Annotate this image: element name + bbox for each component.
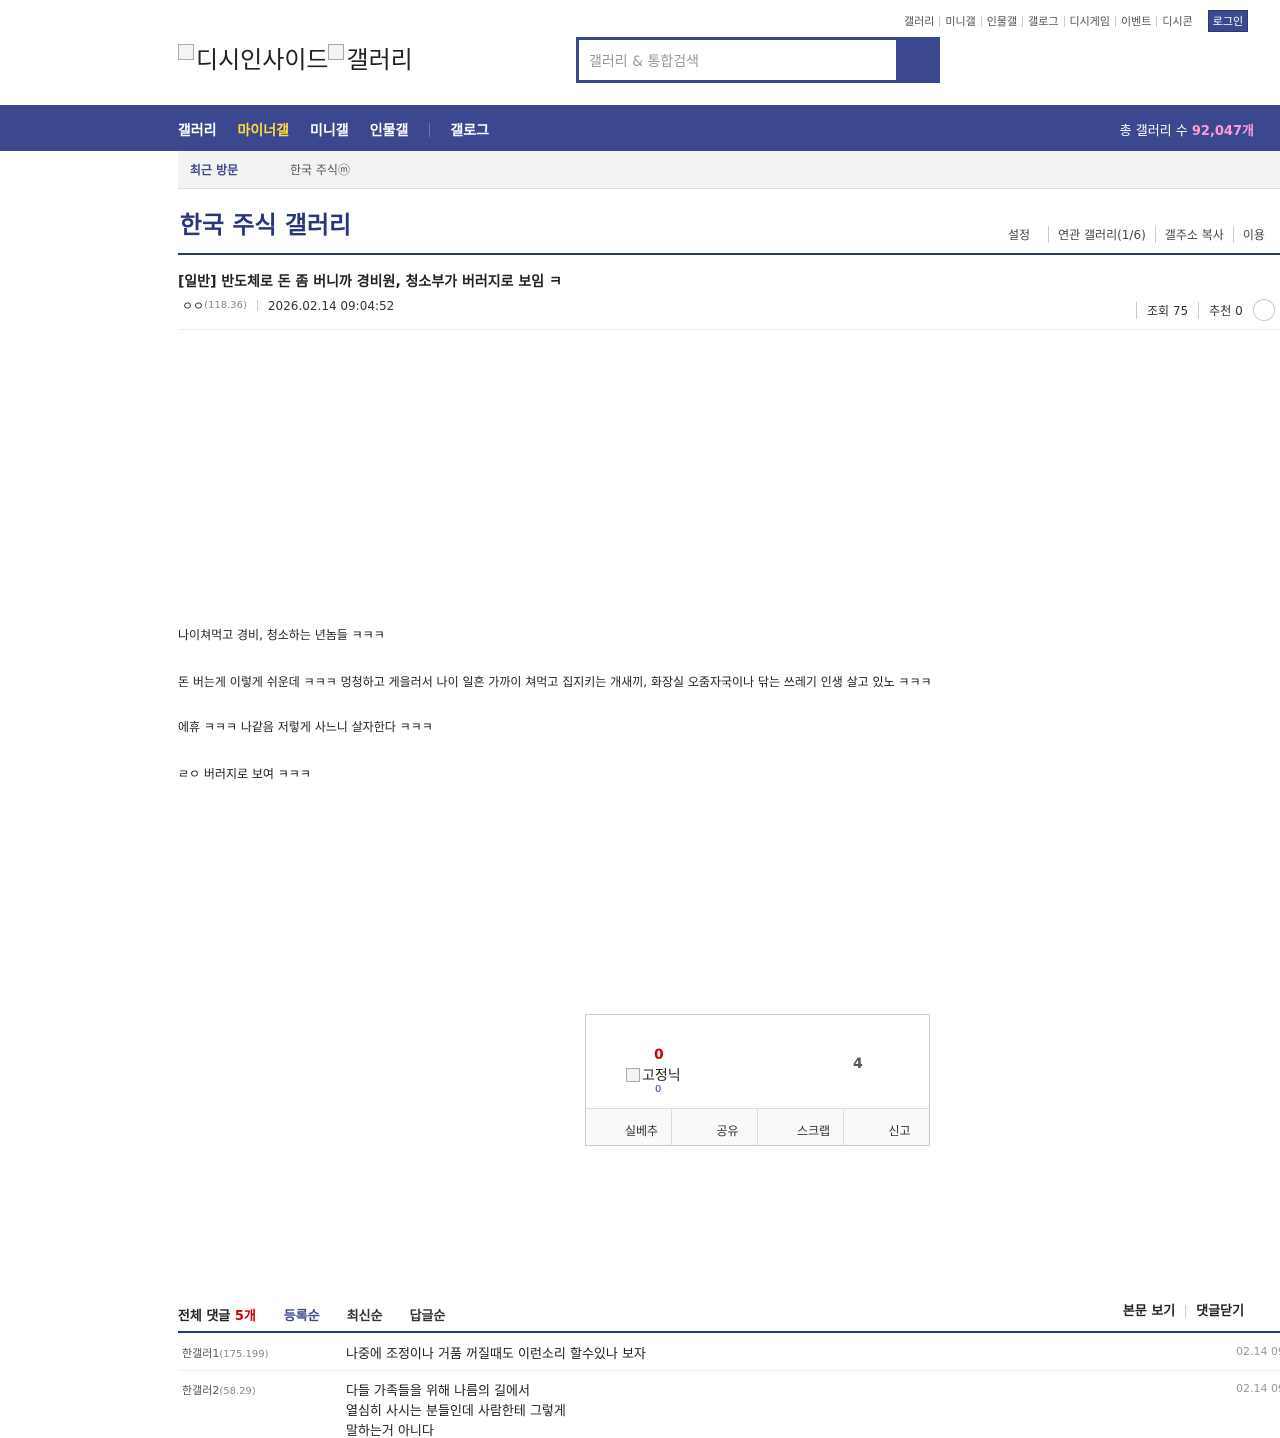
post-body-line: 나이쳐먹고 경비, 청소하는 년놈들 ㅋㅋㅋ bbox=[178, 628, 385, 642]
post-stats: 조회 75 추천 0 bbox=[1136, 299, 1275, 321]
related-gallery-link[interactable]: 연관 갤러리(1/6) bbox=[1048, 226, 1155, 243]
upvote-count[interactable]: 0 bbox=[654, 1047, 664, 1063]
comment-date: 02.14 09 bbox=[1236, 1382, 1280, 1395]
vote-actions: 실베추 공유 스크랩 신고 bbox=[586, 1108, 929, 1145]
sort-registered[interactable]: 등록순 bbox=[284, 1305, 320, 1324]
util-link-gallery[interactable]: 갤러리 bbox=[904, 16, 939, 27]
vote-box: 0 고정닉 0 4 실베추 공유 스크랩 신고 bbox=[585, 1014, 930, 1146]
nav-item-person[interactable]: 인물갤 bbox=[370, 120, 409, 140]
comment-text: 나중에 조정이나 거품 꺼질때도 이런소리 할수있나 보자 bbox=[346, 1347, 646, 1362]
login-button[interactable]: 로그인 bbox=[1207, 10, 1249, 32]
comment-text: 다들 가족들을 위해 나름의 길에서 열심히 사시는 분들인데 사람한테 그렇게… bbox=[346, 1382, 566, 1438]
post-author-ip: (118.36) bbox=[204, 300, 247, 311]
usage-link[interactable]: 이용 bbox=[1232, 226, 1274, 243]
more-options-icon[interactable] bbox=[1252, 299, 1275, 321]
meta-divider bbox=[256, 300, 258, 311]
post-author[interactable]: ㅇㅇ bbox=[182, 297, 204, 314]
downvote-count[interactable]: 4 bbox=[853, 1056, 863, 1072]
post-views: 조회 75 bbox=[1136, 301, 1198, 319]
gallery-title[interactable]: 한국 주식 갤러리 bbox=[180, 205, 351, 240]
comment-ip: (175.199) bbox=[219, 1349, 269, 1360]
gallery-count-value: 92,047개 bbox=[1191, 124, 1254, 139]
recent-visit-bar: 최근 방문 한국 주식ⓜ bbox=[178, 151, 1280, 189]
search-button[interactable] bbox=[896, 40, 937, 80]
post-title: [일반] 반도체로 돈 좀 버니까 경비원, 청소부가 버러지로 보임 ㅋ bbox=[178, 274, 562, 290]
logo-section-text: 갤러리 bbox=[346, 46, 413, 74]
comment-ip: (58.29) bbox=[219, 1386, 256, 1397]
search-box: 갤러리 & 통합검색 bbox=[576, 37, 940, 83]
post-recommend: 추천 0 bbox=[1198, 301, 1253, 319]
post-body-line: ㄹㅇ 버러지로 보여 ㅋㅋㅋ bbox=[178, 767, 311, 781]
post-body-line: 돈 버는게 이렇게 쉬운데 ㅋㅋㅋ 멍청하고 게을러서 나이 일흔 가까이 쳐먹… bbox=[178, 675, 932, 689]
gallery-options: 설정 연관 갤러리(1/6) 갤주소 복사 이용 bbox=[1008, 226, 1274, 243]
utility-links: 갤러리 미니갤 인물갤 갤로그 디시게임 이벤트 디시콘 로그인 bbox=[904, 10, 1249, 32]
comment-line: 말하는거 아니다 bbox=[346, 1424, 434, 1438]
view-body-link[interactable]: 본문 보기 bbox=[1123, 1305, 1185, 1318]
comment-divider bbox=[178, 1370, 1280, 1371]
search-input[interactable]: 갤러리 & 통합검색 bbox=[579, 40, 896, 80]
broken-image-icon bbox=[328, 43, 345, 60]
comment-nick-name: 한갤러2 bbox=[182, 1384, 220, 1397]
comments-divider bbox=[178, 1331, 1280, 1333]
fixed-nick-badge: 고정닉 bbox=[626, 1065, 681, 1085]
nav-divider bbox=[429, 123, 431, 137]
settings-link[interactable]: 설정 bbox=[1008, 226, 1039, 243]
util-link-mini[interactable]: 미니갤 bbox=[939, 15, 980, 27]
comment-nick[interactable]: 한갤러2(58.29) bbox=[182, 1382, 256, 1398]
comment-line: 다들 가족들을 위해 나름의 길에서 bbox=[346, 1384, 530, 1399]
nav-item-minor[interactable]: 마이너갤 bbox=[238, 120, 290, 140]
broken-image-icon bbox=[178, 43, 194, 60]
recent-visit-label: 최근 방문 bbox=[190, 163, 239, 177]
nav-item-gallery[interactable]: 갤러리 bbox=[178, 120, 217, 140]
comment-total-label: 전체 댓글 bbox=[178, 1309, 231, 1324]
util-link-game[interactable]: 디시게임 bbox=[1063, 15, 1115, 27]
sort-replies[interactable]: 답글순 bbox=[410, 1305, 446, 1324]
recent-visit-item[interactable]: 한국 주식ⓜ bbox=[290, 161, 350, 178]
comment-total: 전체 댓글 5개 bbox=[178, 1305, 256, 1324]
comment-nick[interactable]: 한갤러1(175.199) bbox=[182, 1345, 269, 1361]
site-logo[interactable]: 디시인사이드 갤러리 bbox=[178, 40, 413, 75]
fixed-nick-count: 0 bbox=[655, 1084, 662, 1095]
share-button[interactable]: 공유 bbox=[671, 1109, 757, 1145]
util-link-event[interactable]: 이벤트 bbox=[1114, 15, 1156, 27]
comment-total-count: 5개 bbox=[234, 1309, 256, 1324]
comment-date: 02.14 09 bbox=[1236, 1345, 1280, 1358]
broken-image-icon bbox=[626, 1068, 640, 1082]
fixed-nick-label: 고정닉 bbox=[642, 1068, 681, 1084]
copy-address-link[interactable]: 갤주소 복사 bbox=[1154, 226, 1233, 243]
scrap-button[interactable]: 스크랩 bbox=[757, 1109, 843, 1145]
util-link-person[interactable]: 인물갤 bbox=[980, 15, 1022, 27]
nav-item-gallog[interactable]: 갤로그 bbox=[450, 120, 489, 140]
gallery-divider bbox=[178, 253, 1280, 255]
util-link-dccon[interactable]: 디시콘 bbox=[1156, 15, 1197, 27]
nav-item-mini[interactable]: 미니갤 bbox=[310, 120, 349, 140]
gallery-count-label: 총 갤러리 수 bbox=[1119, 124, 1188, 139]
post-meta: ㅇㅇ (118.36) 2026.02.14 09:04:52 bbox=[182, 297, 394, 314]
report-button[interactable]: 신고 bbox=[843, 1109, 929, 1145]
close-comments-link[interactable]: 댓글닫기 bbox=[1185, 1305, 1254, 1318]
realbest-button[interactable]: 실베추 bbox=[586, 1109, 671, 1145]
main-nav: 갤러리 마이너갤 미니갤 인물갤 갤로그 총 갤러리 수 92,047개 bbox=[0, 105, 1280, 151]
post-body-line: 에휴 ㅋㅋㅋ 나같음 저렇게 사느니 살자한다 ㅋㅋㅋ bbox=[178, 720, 433, 734]
gallery-count: 총 갤러리 수 92,047개 bbox=[1120, 120, 1254, 139]
util-link-gallog[interactable]: 갤로그 bbox=[1022, 15, 1063, 27]
post-date: 2026.02.14 09:04:52 bbox=[267, 298, 395, 313]
sort-latest[interactable]: 최신순 bbox=[347, 1305, 383, 1324]
comment-nick-name: 한갤러1 bbox=[182, 1347, 220, 1360]
comment-line: 열심히 사시는 분들인데 사람한테 그렇게 bbox=[346, 1404, 566, 1419]
logo-site-text: 디시인사이드 bbox=[196, 46, 329, 74]
post-header-divider bbox=[178, 329, 1280, 330]
